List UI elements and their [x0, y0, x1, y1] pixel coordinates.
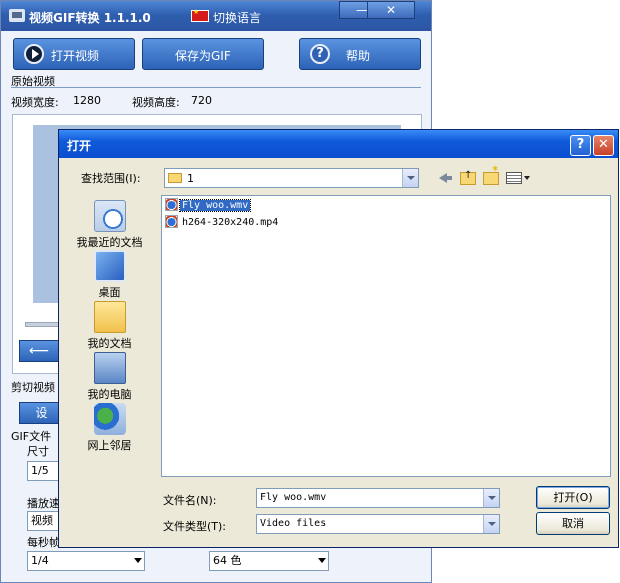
chevron-down-icon[interactable]	[483, 515, 499, 533]
file-item[interactable]: Fly woo.wmv	[165, 198, 252, 214]
back-icon[interactable]	[437, 170, 453, 186]
open-video-button[interactable]: 打开视频	[13, 38, 135, 70]
recent-documents-icon	[93, 200, 126, 232]
folder-icon	[168, 173, 182, 183]
filename-label: 文件名(N):	[163, 494, 217, 507]
app-title: 视频GIF转换 1.1.1.0	[29, 11, 151, 25]
place-label: 我的文档	[87, 337, 132, 350]
dialog-close-button[interactable]: ✕	[593, 135, 614, 156]
help-label: 帮助	[346, 49, 371, 63]
app-logo-icon	[9, 9, 25, 22]
desktop-icon	[93, 250, 126, 282]
place-label: 我最近的文档	[76, 236, 143, 249]
switch-language-button[interactable]: 切换语言	[213, 9, 261, 26]
chevron-down-icon[interactable]	[483, 489, 499, 507]
open-file-dialog: 打开 ? ✕ 查找范围(I): 1 我最近的文档 桌面 我的文档 我的电脑	[58, 129, 619, 548]
play-icon	[24, 44, 44, 64]
fps-select-value: 1/4	[31, 554, 49, 567]
china-flag-icon[interactable]	[191, 8, 209, 22]
up-folder-icon[interactable]	[460, 170, 476, 185]
chevron-down-icon	[318, 558, 326, 563]
help-button[interactable]: ? 帮助	[299, 38, 421, 70]
media-file-icon	[165, 198, 178, 211]
look-in-dropdown[interactable]: 1	[164, 168, 419, 188]
play-speed-label: 播放速	[27, 497, 60, 510]
size-select[interactable]: 1/5	[27, 461, 61, 481]
view-menu-arrow-icon[interactable]	[524, 176, 530, 180]
place-my-documents[interactable]: 我的文档	[67, 301, 152, 351]
my-documents-icon	[93, 301, 126, 333]
places-bar: 我最近的文档 桌面 我的文档 我的电脑 网上邻居	[67, 194, 152, 464]
place-recent[interactable]: 我最近的文档	[67, 200, 152, 250]
save-gif-button[interactable]: 保存为GIF	[142, 38, 264, 70]
colors-select[interactable]: 64 色	[209, 551, 329, 571]
filetype-select[interactable]: Video files	[256, 514, 500, 534]
video-width-value: 1280	[73, 94, 101, 107]
video-width-label: 视频宽度:	[11, 96, 59, 109]
place-label: 网上邻居	[87, 439, 132, 452]
filename-input[interactable]: Fly woo.wmv	[256, 488, 500, 508]
view-menu-icon[interactable]	[506, 172, 522, 184]
section-divider	[11, 87, 421, 88]
video-height-value: 720	[191, 94, 212, 107]
file-list[interactable]: Fly woo.wmv h264-320x240.mp4	[161, 195, 611, 477]
place-network[interactable]: 网上邻居	[67, 403, 152, 453]
media-file-icon	[165, 215, 178, 228]
close-button[interactable]: ✕	[367, 1, 415, 19]
network-places-icon	[93, 403, 126, 435]
place-desktop[interactable]: 桌面	[67, 250, 152, 300]
dialog-title: 打开	[67, 139, 92, 153]
help-icon: ?	[310, 44, 330, 64]
chevron-down-icon	[134, 558, 142, 563]
open-video-label: 打开视频	[51, 49, 100, 63]
look-in-label: 查找范围(I):	[81, 172, 141, 185]
app-titlebar: 视频GIF转换 1.1.1.0 切换语言 — ✕	[1, 1, 431, 31]
gif-file-heading: GIF文件	[11, 430, 52, 443]
prev-frame-button[interactable]: ⟵	[19, 340, 59, 362]
video-height-label: 视频高度:	[132, 96, 180, 109]
cut-video-heading: 剪切视频	[11, 381, 55, 394]
save-gif-label: 保存为GIF	[175, 49, 231, 63]
file-name: h264-320x240.mp4	[182, 217, 279, 228]
dialog-help-button[interactable]: ?	[570, 135, 591, 156]
file-item[interactable]: h264-320x240.mp4	[165, 215, 280, 231]
cancel-button[interactable]: 取消	[536, 512, 610, 535]
place-label: 桌面	[98, 286, 121, 299]
colors-select-value: 64 色	[213, 554, 242, 567]
place-label: 我的电脑	[87, 388, 132, 401]
filetype-value: Video files	[260, 518, 327, 529]
fps-select[interactable]: 1/4	[27, 551, 145, 571]
filetype-label: 文件类型(T):	[163, 520, 227, 533]
dialog-titlebar: 打开 ? ✕	[59, 130, 618, 158]
look-in-value: 1	[187, 172, 194, 185]
fps-label: 每秒帧	[27, 536, 60, 549]
open-button[interactable]: 打开(O)	[536, 486, 610, 509]
filename-value: Fly woo.wmv	[260, 492, 327, 503]
new-folder-icon[interactable]	[483, 164, 499, 185]
file-name: Fly woo.wmv	[178, 199, 252, 212]
chevron-down-icon[interactable]	[402, 169, 418, 187]
place-my-computer[interactable]: 我的电脑	[67, 352, 152, 402]
play-speed-select[interactable]: 视频	[27, 511, 61, 531]
my-computer-icon	[93, 352, 126, 384]
size-label: 尺寸	[27, 445, 49, 458]
